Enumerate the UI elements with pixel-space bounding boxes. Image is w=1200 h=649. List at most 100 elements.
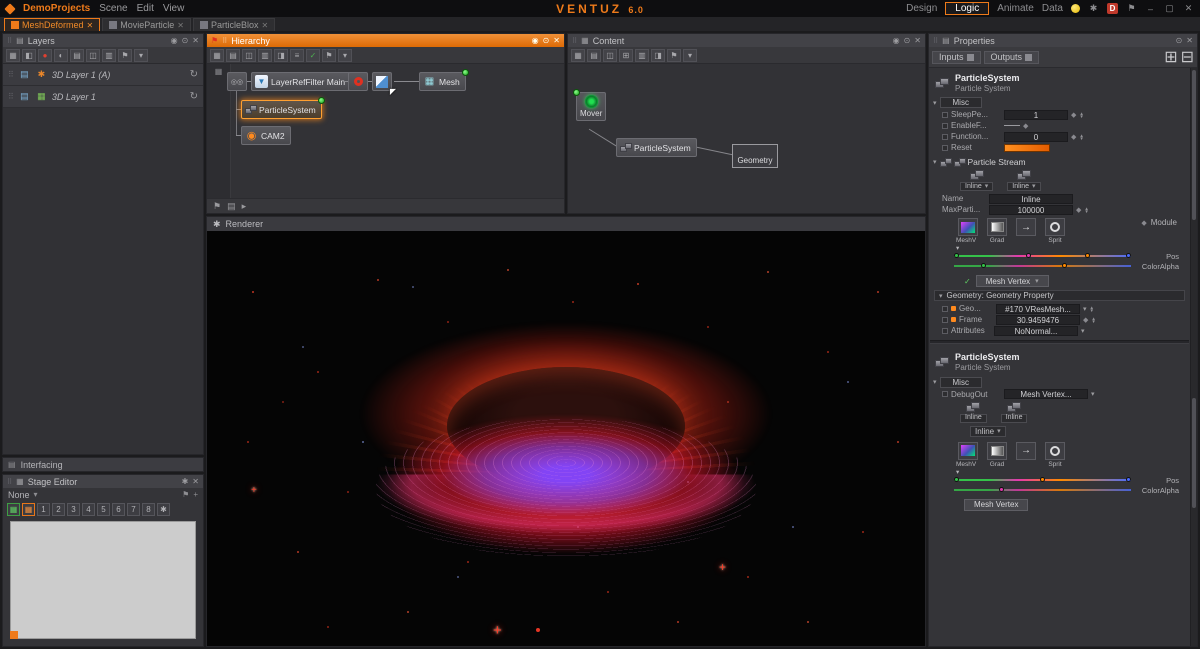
keyframe-diamond-icon[interactable]: ◆ xyxy=(1071,133,1076,141)
stage-preview[interactable] xyxy=(10,521,196,639)
scrollbar-thumb[interactable] xyxy=(1192,398,1196,508)
toolbar-button[interactable]: ⊞ xyxy=(619,48,633,62)
module-sprite-node[interactable]: Sprit xyxy=(1043,218,1067,244)
node-particlesystem-content[interactable]: ParticleSystem xyxy=(616,138,697,157)
misc-section-bar[interactable]: ▾ Misc xyxy=(930,376,1189,389)
stage-slot-8[interactable]: 8 xyxy=(142,502,155,516)
refresh-icon[interactable]: ↻ xyxy=(190,69,198,80)
value-field[interactable]: 0 xyxy=(1004,131,1068,142)
value-field[interactable]: 1 xyxy=(1004,109,1068,120)
gear-icon[interactable]: ✱ xyxy=(213,219,221,230)
validate-check-button[interactable]: ✓ xyxy=(306,48,320,62)
add-icon[interactable]: + xyxy=(193,490,198,499)
tab-meshdeformed[interactable]: MeshDeformed ✕ xyxy=(4,18,101,31)
mesh-vertex-dropdown[interactable]: Mesh Vertex ▾ xyxy=(975,275,1049,288)
node-particlesystem[interactable]: ParticleSystem xyxy=(241,97,325,119)
caret-down-icon[interactable]: ▾ xyxy=(933,158,937,166)
name-input[interactable]: Inline xyxy=(989,193,1073,204)
dropdown-button[interactable]: ▾ xyxy=(134,48,148,62)
menu-view[interactable]: View xyxy=(163,3,185,14)
misc-section-bar[interactable]: ▾ Misc xyxy=(930,96,1189,109)
refresh-icon[interactable]: ↻ xyxy=(190,91,198,102)
mode-design[interactable]: Design xyxy=(906,3,937,14)
inline-dropdown[interactable]: Inline ▾ xyxy=(970,426,1006,438)
maxparticles-input[interactable]: 100000 xyxy=(989,204,1073,215)
stepper[interactable]: ▲ ▼ xyxy=(1090,305,1094,313)
caret-down-icon[interactable]: ▾ xyxy=(933,99,937,107)
stage-slot-4[interactable]: 4 xyxy=(82,502,95,516)
toolbar-button[interactable]: ▦ xyxy=(210,48,224,62)
module-mesh-node[interactable]: MeshV ▾ xyxy=(956,441,980,476)
close-icon[interactable]: ✕ xyxy=(192,36,199,45)
node-red-ring[interactable] xyxy=(348,72,368,91)
stage-slot-7[interactable]: 7 xyxy=(127,502,140,516)
mode-animate[interactable]: Animate xyxy=(997,3,1034,14)
toolbar-button[interactable]: ▦ xyxy=(6,48,20,62)
inline-node[interactable]: Inline ▾ xyxy=(960,170,994,192)
close-icon[interactable]: ✕ xyxy=(553,36,560,45)
menu-scene[interactable]: Scene xyxy=(99,3,127,14)
toolbar-button[interactable]: ◫ xyxy=(242,48,256,62)
module-gradient-node[interactable]: Grad xyxy=(985,218,1009,244)
properties-scrollbar[interactable] xyxy=(1190,68,1197,646)
node-layerreffilter[interactable]: ▼ LayerRefFilter Main xyxy=(251,72,352,91)
close-button[interactable]: ✕ xyxy=(1183,3,1194,14)
stage-slot-2[interactable]: 2 xyxy=(52,502,65,516)
stage-slot-edit[interactable]: ▦ xyxy=(22,502,35,516)
flag-button[interactable]: ⚑ xyxy=(118,48,132,62)
stepper[interactable]: ▲ ▼ xyxy=(1091,316,1095,324)
tab-inputs[interactable]: Inputs xyxy=(932,50,981,64)
menu-demoprojects[interactable]: DemoProjects xyxy=(23,3,90,14)
tab-movieparticle[interactable]: MovieParticle ✕ xyxy=(102,18,191,31)
collapse-icon[interactable]: ⊟ xyxy=(1181,47,1194,67)
renderer-viewport[interactable]: + + + xyxy=(207,231,925,646)
toolbar-button[interactable]: ◨ xyxy=(274,48,288,62)
debugout-select[interactable]: Mesh Vertex... xyxy=(1004,389,1088,400)
record-button[interactable]: ● xyxy=(38,48,52,62)
target-icon[interactable]: ⊙ xyxy=(182,36,189,45)
module-mesh-node[interactable]: MeshV ▾ xyxy=(956,218,980,252)
checkbox[interactable] xyxy=(942,391,948,398)
drag-grip-icon[interactable]: ⠿ xyxy=(7,478,12,486)
module-arrow-node[interactable]: → xyxy=(1014,441,1038,460)
toolbar-button[interactable]: ◫ xyxy=(603,48,617,62)
node-mesh[interactable]: ▦ Mesh xyxy=(419,69,469,91)
eye-icon[interactable]: ◉ xyxy=(532,36,539,45)
geo-select[interactable]: #170 VResMesh... xyxy=(996,303,1080,314)
caret-down-icon[interactable]: ▾ xyxy=(939,292,943,300)
caret-right-icon[interactable]: ▸ xyxy=(242,201,247,212)
layer-row-1[interactable]: ⠿ ▤ ✱ 3D Layer 1 (A) ↻ xyxy=(3,64,203,86)
toolbar-button[interactable]: ▥ xyxy=(258,48,272,62)
layer-row-2[interactable]: ⠿ ▤ ▦ 3D Layer 1 ↻ xyxy=(3,86,203,108)
node-geometry[interactable]: Geometry xyxy=(732,144,778,168)
geometry-property-header[interactable]: ▾ Geometry: Geometry Property xyxy=(934,290,1185,302)
mesh-vertex-button[interactable]: Mesh Vertex xyxy=(964,498,1029,511)
slider-dash[interactable] xyxy=(1004,125,1020,127)
keyframe-diamond-icon[interactable]: ◆ xyxy=(1083,316,1088,324)
pin-icon[interactable]: ⚑ xyxy=(182,490,189,499)
caret-down-icon[interactable]: ▾ xyxy=(34,490,38,499)
close-icon[interactable]: ✕ xyxy=(914,36,921,45)
toolbar-button[interactable]: ▤ xyxy=(587,48,601,62)
tab-close-icon[interactable]: ✕ xyxy=(87,21,94,30)
checkbox[interactable] xyxy=(942,316,948,323)
toolbar-button[interactable]: ▥ xyxy=(102,48,116,62)
checkbox[interactable] xyxy=(942,305,948,312)
inline-node[interactable]: Inline xyxy=(960,401,987,423)
caret-down-icon[interactable]: ▾ xyxy=(1083,305,1087,313)
stepper[interactable]: ▲ ▼ xyxy=(1079,133,1083,141)
pin-icon[interactable]: ⚑ xyxy=(1126,3,1137,14)
gear-icon[interactable]: ✱ xyxy=(1088,3,1099,14)
tab-particleblox[interactable]: ParticleBlox ✕ xyxy=(192,18,276,31)
inline-dropdown[interactable]: Inline xyxy=(960,413,987,423)
checkbox[interactable] xyxy=(942,144,948,151)
maximize-button[interactable]: ▢ xyxy=(1164,3,1175,14)
gear-icon[interactable]: ✱ xyxy=(182,477,189,486)
gradient-curve-area[interactable]: Pos ColorAlpha xyxy=(954,250,1179,274)
close-icon[interactable]: ✕ xyxy=(192,477,199,486)
toolbar-button[interactable]: ◫ xyxy=(86,48,100,62)
keyframe-diamond-icon[interactable]: ◆ xyxy=(1071,111,1076,119)
attributes-select[interactable]: NoNormal... xyxy=(994,325,1078,336)
d-badge-icon[interactable]: D xyxy=(1107,3,1118,14)
checkbox[interactable] xyxy=(942,133,948,140)
